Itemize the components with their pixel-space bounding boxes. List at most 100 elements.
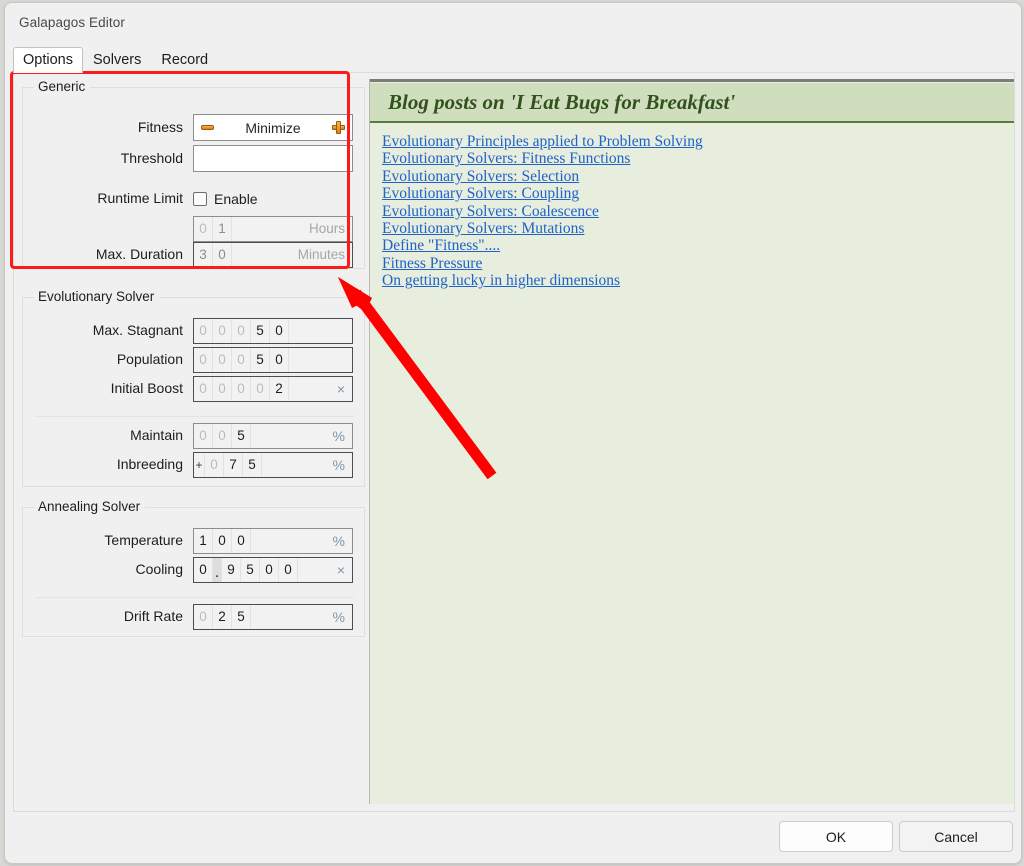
digit-cell[interactable]: 5	[243, 452, 262, 477]
digit-cell[interactable]: 0	[213, 423, 232, 448]
digit-cell[interactable]: 0	[194, 423, 213, 448]
digit-cell[interactable]: 0	[194, 376, 213, 401]
population-row: Population 0 0 0 5 0	[23, 345, 366, 374]
group-divider	[35, 597, 354, 598]
tab-record[interactable]: Record	[151, 47, 218, 73]
temperature-input[interactable]: 1 0 0 %	[193, 527, 353, 554]
blog-link[interactable]: Evolutionary Solvers: Selection	[382, 168, 1002, 185]
threshold-input[interactable]	[193, 145, 353, 172]
drift-rate-label: Drift Rate	[123, 608, 183, 624]
maintain-label: Maintain	[130, 427, 183, 443]
digit-cell[interactable]: 5	[232, 423, 251, 448]
blog-panel-header: Blog posts on 'I Eat Bugs for Breakfast'	[370, 83, 1014, 123]
fitness-value: Minimize	[245, 119, 301, 136]
blog-link[interactable]: Evolutionary Solvers: Coalescence	[382, 203, 1002, 220]
options-tab-panel: Generic Fitness Minimize Threshold Runti…	[13, 72, 1015, 812]
digit-cell[interactable]: 5	[251, 347, 270, 372]
unit-label: %	[332, 604, 352, 629]
numbox-fill	[289, 318, 345, 343]
digit-cell[interactable]: 0	[260, 557, 279, 582]
inbreeding-row: Inbreeding + 0 7 5 %	[23, 450, 366, 479]
digit-cell[interactable]: 0	[251, 376, 270, 401]
digit-cell[interactable]: 0	[213, 242, 232, 267]
tab-options[interactable]: Options	[13, 47, 83, 73]
runtime-limit-row: Runtime Limit Enable	[23, 184, 366, 213]
digit-cell[interactable]: 2	[270, 376, 289, 401]
digit-cell[interactable]: 0	[213, 376, 232, 401]
galapagos-editor-window: Galapagos Editor Options Solvers Record …	[4, 2, 1022, 864]
digit-cell[interactable]: 7	[224, 452, 243, 477]
unit-label: Minutes	[297, 242, 352, 267]
digit-cell[interactable]: 0	[194, 216, 213, 241]
digit-cell[interactable]: 5	[241, 557, 260, 582]
digit-cell[interactable]: 0	[232, 347, 251, 372]
numbox-fill	[251, 423, 333, 448]
blog-link[interactable]: On getting lucky in higher dimensions	[382, 272, 1002, 289]
numbox-fill	[289, 376, 337, 401]
cooling-input[interactable]: 0 . 9 5 0 0 ×	[193, 556, 353, 583]
ok-button[interactable]: OK	[779, 821, 893, 852]
digit-cell[interactable]: 2	[213, 604, 232, 629]
digit-cell[interactable]: 0	[279, 557, 298, 582]
blog-link[interactable]: Evolutionary Solvers: Fitness Functions	[382, 150, 1002, 167]
tab-strip: Options Solvers Record	[13, 47, 218, 73]
population-label: Population	[116, 351, 183, 367]
runtime-limit-checkbox-label: Enable	[214, 190, 258, 207]
cancel-button[interactable]: Cancel	[899, 821, 1013, 852]
tab-solvers[interactable]: Solvers	[83, 47, 151, 73]
numbox-fill	[232, 242, 298, 267]
blog-link[interactable]: Evolutionary Principles applied to Probl…	[382, 133, 1002, 150]
digit-cell[interactable]: 1	[213, 216, 232, 241]
digit-cell[interactable]: 0	[270, 318, 289, 343]
plus-icon[interactable]	[331, 120, 346, 135]
digit-cell[interactable]: 5	[251, 318, 270, 343]
blog-link[interactable]: Evolutionary Solvers: Mutations	[382, 220, 1002, 237]
digit-cell[interactable]: 0	[194, 347, 213, 372]
digit-cell[interactable]: 0	[194, 557, 213, 582]
max-stagnant-input[interactable]: 0 0 0 5 0	[193, 317, 353, 344]
fitness-label: Fitness	[137, 119, 183, 135]
digit-cell[interactable]: 9	[222, 557, 241, 582]
blog-link[interactable]: Define "Fitness"....	[382, 237, 1002, 254]
numbox-fill	[251, 604, 333, 629]
blog-link[interactable]: Evolutionary Solvers: Coupling	[382, 185, 1002, 202]
inbreeding-label: Inbreeding	[116, 456, 183, 472]
digit-cell[interactable]: 0	[232, 376, 251, 401]
tab-solvers-label: Solvers	[92, 52, 142, 68]
inbreeding-input[interactable]: + 0 7 5 %	[193, 451, 353, 478]
max-duration-minutes-input[interactable]: 3 0 Minutes	[193, 241, 353, 268]
maintain-input[interactable]: 0 0 5 %	[193, 422, 353, 449]
unit-label: ×	[336, 376, 352, 401]
digit-cell[interactable]: 0	[213, 318, 232, 343]
max-duration-minutes-row: Max. Duration 3 0 Minutes	[23, 240, 366, 269]
minus-icon[interactable]	[200, 120, 215, 135]
max-duration-hours-row: 0 1 Hours	[23, 214, 366, 243]
digit-cell[interactable]: 1	[194, 528, 213, 553]
unit-label: %	[332, 423, 352, 448]
digit-cell[interactable]: 0	[232, 528, 251, 553]
digit-cell[interactable]: 0	[232, 318, 251, 343]
max-duration-hours-input[interactable]: 0 1 Hours	[193, 215, 353, 242]
fitness-selector[interactable]: Minimize	[193, 114, 353, 141]
numbox-fill	[298, 557, 337, 582]
sign-cell[interactable]: +	[194, 452, 205, 477]
digit-cell[interactable]: 0	[213, 528, 232, 553]
checkbox-box-icon[interactable]	[193, 191, 207, 206]
blog-link[interactable]: Fitness Pressure	[382, 255, 1002, 272]
digit-cell[interactable]: 0	[213, 347, 232, 372]
digit-cell[interactable]: 0	[270, 347, 289, 372]
unit-label: Hours	[308, 216, 352, 241]
annealing-solver-legend: Annealing Solver	[34, 499, 146, 515]
digit-cell[interactable]: 0	[194, 604, 213, 629]
digit-cell[interactable]: 0	[194, 318, 213, 343]
cooling-row: Cooling 0 . 9 5 0 0 ×	[23, 555, 366, 584]
population-input[interactable]: 0 0 0 5 0	[193, 346, 353, 373]
initial-boost-input[interactable]: 0 0 0 0 2 ×	[193, 375, 353, 402]
digit-cell[interactable]: 5	[232, 604, 251, 629]
numbox-fill	[289, 347, 345, 372]
unit-label: ×	[336, 557, 352, 582]
digit-cell[interactable]: 3	[194, 242, 213, 267]
digit-cell[interactable]: 0	[205, 452, 224, 477]
drift-rate-input[interactable]: 0 2 5 %	[193, 603, 353, 630]
runtime-limit-checkbox[interactable]: Enable	[193, 191, 258, 207]
